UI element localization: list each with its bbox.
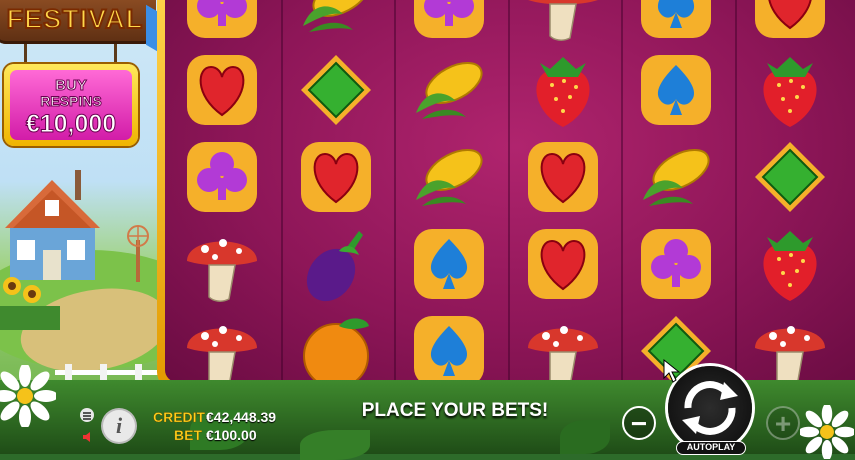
- sound-icon[interactable]: [82, 430, 96, 444]
- reel-divider: [507, 0, 510, 382]
- buy-respins-button[interactable]: BUY RESPINS €10,000: [4, 64, 138, 146]
- corn-symbol: [302, 0, 370, 32]
- corn-symbol: [643, 149, 710, 206]
- menu-icon[interactable]: [80, 408, 94, 422]
- increase-bet-button[interactable]: +: [766, 406, 800, 440]
- corn-symbol: [416, 62, 483, 119]
- autoplay-button[interactable]: AUTOPLAY: [676, 441, 746, 455]
- bet-value: €100.00: [206, 427, 257, 443]
- daisy-flower-illustration: [800, 405, 854, 459]
- reel-divider: [280, 0, 283, 382]
- credit-label: CREDIT: [153, 409, 206, 425]
- spade-symbol: [641, 0, 711, 38]
- reel-grid: [165, 0, 855, 382]
- buy-price: €10,000: [25, 110, 117, 139]
- club-symbol: [187, 0, 257, 38]
- heart-symbol: [527, 229, 598, 299]
- reel-frame: [157, 0, 855, 390]
- mushroom-symbol: [527, 326, 598, 382]
- spade-symbol: [641, 55, 711, 125]
- info-button[interactable]: i: [103, 410, 135, 442]
- mouse-cursor-icon: [663, 358, 681, 383]
- leaf-decoration: [300, 430, 370, 460]
- reel-divider: [394, 0, 396, 382]
- decrease-bet-button[interactable]: −: [622, 406, 656, 440]
- buy-respins-panel[interactable]: BUY RESPINS €10,000: [10, 70, 132, 140]
- strawberry-symbol: [762, 231, 817, 301]
- leaf-decoration: [560, 420, 610, 454]
- diamond-symbol: [754, 142, 825, 212]
- reel-divider: [734, 0, 737, 382]
- status-message: PLACE YOUR BETS!: [361, 400, 549, 421]
- mushroom-symbol: [187, 239, 257, 302]
- spade-symbol: [414, 229, 484, 299]
- orange-symbol: [302, 318, 369, 382]
- farmhouse-illustration: [5, 170, 100, 280]
- heart-symbol: [300, 142, 371, 212]
- respins-label: RESPINS: [40, 93, 102, 110]
- sunflowers-illustration: [0, 277, 60, 330]
- strawberry-symbol: [762, 57, 817, 127]
- corn-symbol: [416, 149, 483, 206]
- reel-divider: [621, 0, 623, 382]
- mushroom-symbol: [187, 326, 257, 382]
- club-symbol: [414, 0, 484, 38]
- sign-rope-left: [24, 44, 27, 66]
- buy-label: BUY: [55, 77, 88, 95]
- diamond-symbol: [300, 55, 371, 125]
- heart-symbol: [754, 0, 825, 38]
- club-symbol: [187, 142, 257, 212]
- bet-label: BET: [174, 427, 202, 443]
- windmill-illustration: [127, 225, 149, 282]
- sign-rope-right: [114, 44, 117, 66]
- game-logo: FESTIVAL: [0, 0, 156, 44]
- club-symbol: [641, 229, 711, 299]
- mushroom-symbol: [527, 0, 598, 41]
- heart-symbol: [187, 55, 257, 125]
- eggplant-symbol: [306, 231, 363, 302]
- game-title: FESTIVAL: [6, 3, 144, 35]
- daisy-flower-illustration: [0, 365, 56, 427]
- strawberry-symbol: [535, 57, 590, 127]
- heart-symbol: [527, 142, 598, 212]
- spade-symbol: [414, 316, 484, 382]
- mushroom-symbol: [754, 326, 825, 382]
- credit-value: €42,448.39: [206, 409, 277, 425]
